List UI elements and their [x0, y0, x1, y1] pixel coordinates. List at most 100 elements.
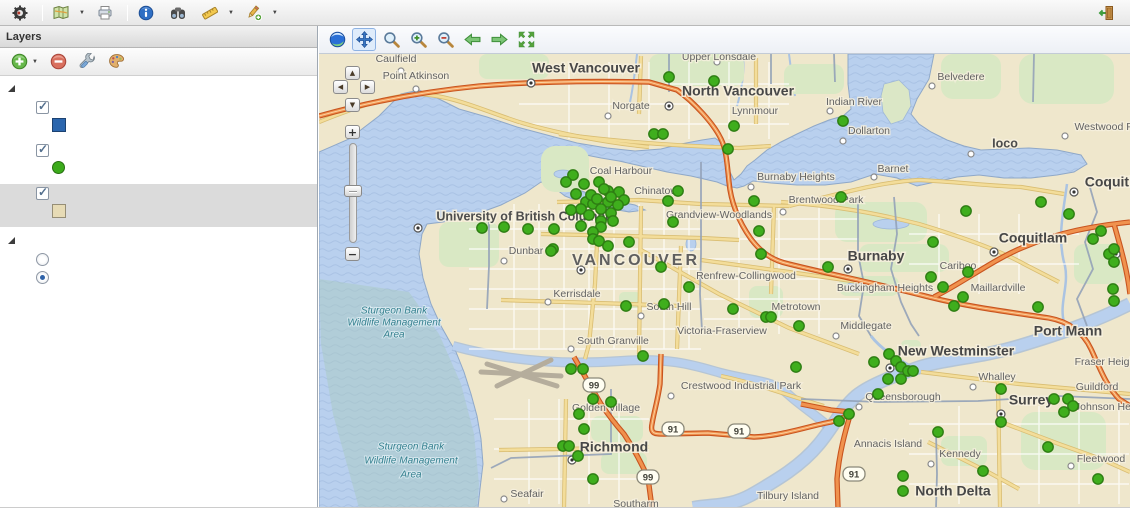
toolbar-separator: [127, 5, 128, 21]
map-tool-zoom-previous[interactable]: [460, 28, 484, 51]
zoom-out-button[interactable]: −: [345, 247, 360, 261]
layers-toolbar: ▼: [0, 48, 317, 76]
pub-point: [606, 192, 616, 202]
map-label: Renfrew-Collingwood: [696, 270, 796, 282]
pub-point: [996, 384, 1006, 394]
map-label: Tilbury Island: [757, 490, 819, 502]
edit-styles-button[interactable]: [105, 51, 128, 72]
map-tool-max-extent[interactable]: [514, 28, 538, 51]
topbar-item-geoexplorer[interactable]: [6, 3, 38, 23]
map-label: Ioco: [992, 136, 1018, 150]
topbar-item-query[interactable]: [164, 3, 196, 23]
pub-point: [766, 312, 776, 322]
measure-icon: [202, 5, 218, 21]
map-tool-zoom[interactable]: [379, 28, 403, 51]
tree-group-overlays[interactable]: [0, 79, 317, 98]
basemap-option-none[interactable]: [0, 250, 317, 268]
expand-triangle-icon[interactable]: [8, 237, 15, 244]
layer-checkbox[interactable]: [36, 144, 49, 157]
svg-text:91: 91: [849, 470, 860, 481]
map-tool-google-earth[interactable]: [325, 28, 349, 51]
town-marker: [545, 299, 551, 305]
topbar-item-map[interactable]: ▼: [47, 3, 91, 23]
pub-point: [1049, 394, 1059, 404]
topbar-item-edit[interactable]: ▼: [240, 3, 284, 23]
pub-point: [756, 249, 766, 259]
map-tool-pan[interactable]: [352, 28, 376, 51]
layer-checkbox[interactable]: [36, 187, 49, 200]
remove-layer-button[interactable]: [47, 51, 70, 72]
town-marker: [827, 108, 833, 114]
chevron-down-icon: ▼: [79, 10, 85, 16]
pub-point: [1088, 234, 1098, 244]
pub-point: [1093, 474, 1103, 484]
map-label: Wildlife Management: [347, 318, 442, 329]
pub-point: [588, 474, 598, 484]
svg-text:99: 99: [589, 381, 600, 392]
map-viewport[interactable]: West VancouverNorth VancouverBurnabyCoqu…: [319, 54, 1130, 508]
pub-point: [673, 186, 683, 196]
topbar-item-identify[interactable]: [132, 3, 164, 23]
logout-icon: [1098, 5, 1114, 21]
zoom-icon: [383, 31, 400, 48]
tree-group-base-maps[interactable]: [0, 231, 317, 250]
map-label: South Granville: [577, 335, 649, 347]
map-tool-zoom-out[interactable]: [433, 28, 457, 51]
pan-down-button[interactable]: ▼: [345, 98, 360, 112]
add-layer-button[interactable]: ▼: [8, 51, 41, 72]
pub-point: [1109, 244, 1119, 254]
pan-right-button[interactable]: ▶: [360, 80, 375, 94]
pub-point: [1033, 302, 1043, 312]
max-extent-icon: [518, 31, 535, 48]
svg-text:91: 91: [668, 425, 679, 436]
pub-point: [523, 224, 533, 234]
map-label: Area: [382, 330, 405, 341]
zoom-in-button[interactable]: +: [345, 125, 360, 139]
map-tool-zoom-next[interactable]: [487, 28, 511, 51]
map-label: Norgate: [612, 100, 650, 112]
map-label: Coquitlam: [1085, 174, 1130, 190]
pub-point: [933, 427, 943, 437]
pub-point: [794, 321, 804, 331]
remove-layer-icon: [50, 53, 67, 70]
layer-node-bc_2m_lakes[interactable]: [0, 98, 317, 116]
map-label: Brentwood Park: [789, 194, 864, 206]
town-marker: [968, 151, 974, 157]
map-tool-zoom-in[interactable]: [406, 28, 430, 51]
basemap-option-mapquest-openstreetmap[interactable]: [0, 268, 317, 286]
pub-point: [1096, 226, 1106, 236]
radio-button[interactable]: [36, 253, 49, 266]
zoom-previous-icon: [464, 31, 481, 48]
layer-node-bc pubs[interactable]: [0, 141, 317, 159]
pub-point: [838, 116, 848, 126]
zoom-out-icon: [437, 31, 454, 48]
pub-point: [883, 374, 893, 384]
map-label: Surrey: [1009, 392, 1054, 408]
radio-button[interactable]: [36, 271, 49, 284]
pan-up-button[interactable]: ▲: [345, 66, 360, 80]
layer-properties-button[interactable]: [76, 51, 99, 72]
logout-button[interactable]: [1092, 3, 1124, 23]
pub-point: [961, 206, 971, 216]
map-label: Richmond: [580, 439, 648, 455]
pub-point: [624, 237, 634, 247]
pub-point: [749, 196, 759, 206]
expand-triangle-icon[interactable]: [8, 85, 15, 92]
pub-point: [477, 223, 487, 233]
pan-left-button[interactable]: ◀: [333, 80, 348, 94]
pub-point: [621, 301, 631, 311]
layer-properties-icon: [79, 53, 96, 70]
pub-point: [963, 267, 973, 277]
map-label: North Delta: [915, 483, 991, 499]
layer-node-bc_elections_1996[interactable]: [0, 184, 317, 202]
topbar-item-measure[interactable]: ▼: [196, 3, 240, 23]
town-marker: [568, 346, 574, 352]
town-marker: [856, 404, 862, 410]
map-label: Maillardville: [971, 282, 1026, 294]
layer-checkbox[interactable]: [36, 101, 49, 114]
pan-icon: [356, 31, 373, 48]
topbar-item-print[interactable]: [91, 3, 123, 23]
zoom-slider-handle[interactable]: [344, 185, 362, 197]
pub-point: [638, 351, 648, 361]
layer-legend-swatch: [52, 204, 66, 218]
